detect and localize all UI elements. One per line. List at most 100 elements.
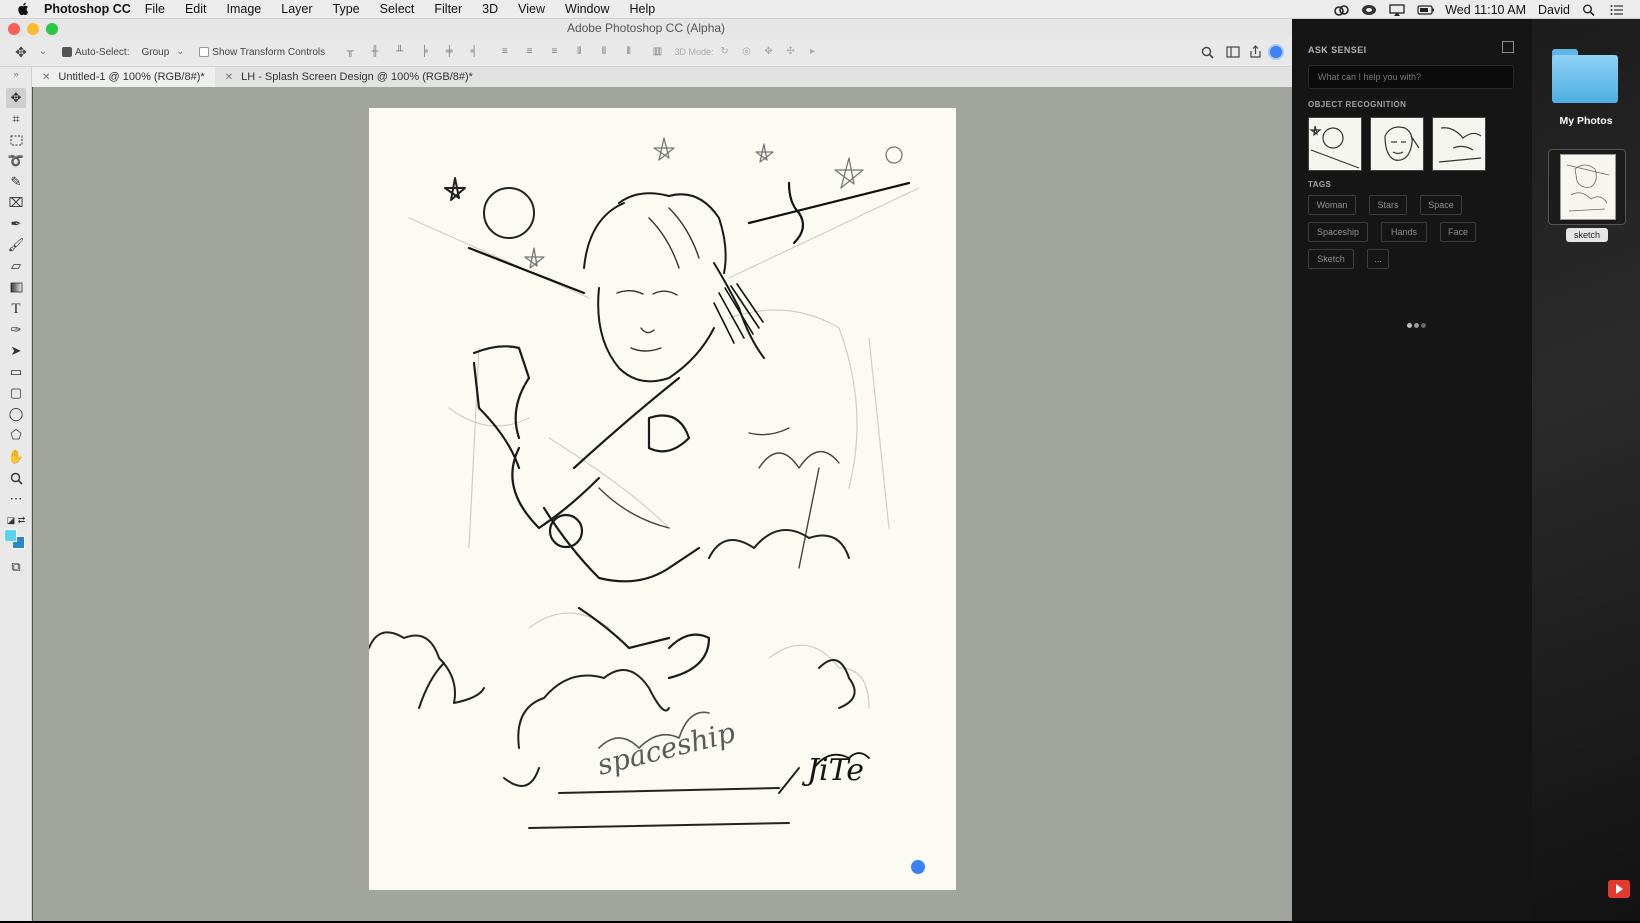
zoom-tool-icon[interactable] [6,468,26,488]
move-tool-icon[interactable]: ✥ [6,88,26,108]
recognition-thumb-stars[interactable] [1308,117,1362,171]
align-right-icon[interactable]: ╡ [467,46,481,58]
auto-select-dropdown[interactable]: Group [141,47,169,58]
default-colors-icon[interactable]: ◪ ⇄ [6,510,26,530]
align-hcenter-icon[interactable]: ╪ [442,46,456,58]
apple-icon[interactable] [14,0,32,19]
battery-icon[interactable] [1417,4,1435,16]
video-play-icon[interactable] [1608,880,1630,898]
tag-spaceship[interactable]: Spaceship [1308,222,1368,242]
sensei-status-dot[interactable] [911,860,925,874]
sketch-file-icon[interactable] [1548,149,1626,225]
quick-select-tool-icon[interactable]: ✎ [6,172,26,192]
move-tool-preset-icon[interactable]: ✥ [14,45,28,59]
folder-icon[interactable] [1552,49,1618,103]
tag-stars[interactable]: Stars [1369,195,1407,215]
recognition-thumb-spaceship[interactable] [1432,117,1486,171]
share-icon[interactable] [1249,45,1262,62]
foreground-color-swatch[interactable] [4,529,17,542]
tag-face[interactable]: Face [1440,222,1476,242]
polygon-tool-icon[interactable]: ⬠ [6,425,26,445]
close-window-button[interactable] [8,23,20,35]
tag-woman[interactable]: Woman [1308,195,1356,215]
sketch-artboard[interactable]: spaceship JiTe [368,108,956,890]
sync-icon[interactable] [1361,4,1377,16]
recognition-thumb-face[interactable] [1370,117,1424,171]
distribute-left-icon[interactable]: ⦀ [572,46,586,58]
pen-tool-icon[interactable]: ✑ [6,320,26,340]
folder-label[interactable]: My Photos [1532,115,1640,127]
app-menu[interactable]: Photoshop CC [44,2,131,16]
collapse-toolbar-icon[interactable]: » [6,69,26,79]
minimize-window-button[interactable] [27,23,39,35]
marquee-tool-icon[interactable] [6,130,26,150]
menu-window[interactable]: Window [561,2,613,16]
auto-select-checkbox[interactable] [62,47,72,57]
3d-rotate-icon[interactable]: ↻ [718,46,732,58]
menu-help[interactable]: Help [626,2,660,16]
distribute-top-icon[interactable]: ≡ [498,46,512,58]
eraser-tool-icon[interactable]: ▱ [6,256,26,276]
eyedropper-tool-icon[interactable]: ✒ [6,214,26,234]
notification-center-icon[interactable] [1610,4,1626,16]
distribute-right-icon[interactable]: ⦀ [622,46,636,58]
dropdown-chevron-icon[interactable]: ⌄ [173,46,187,58]
tab-splash-screen[interactable]: ✕ LH - Splash Screen Design @ 100% (RGB/… [215,67,483,87]
align-top-icon[interactable]: ╥ [343,46,357,58]
workspace-icon[interactable] [1226,46,1240,61]
tab-untitled-1[interactable]: ✕ Untitled-1 @ 100% (RGB/8#)* [32,67,215,87]
canvas-area[interactable]: spaceship JiTe [33,87,1292,921]
align-bottom-icon[interactable]: ╨ [393,46,407,58]
distribute-vcenter-icon[interactable]: ≡ [523,46,537,58]
chevron-down-icon[interactable]: ⌄ [36,46,50,58]
menubar-clock[interactable]: Wed 11:10 AM [1445,3,1526,17]
menu-edit[interactable]: Edit [181,2,211,16]
distribute-hcenter-icon[interactable]: ⦀ [597,46,611,58]
menu-image[interactable]: Image [223,2,266,16]
brush-tool-icon[interactable]: 🖌 [6,235,26,255]
lasso-tool-icon[interactable]: ➰ [6,151,26,171]
ask-sensei-input[interactable] [1308,65,1514,89]
menu-3d[interactable]: 3D [478,2,502,16]
align-left-icon[interactable]: ╞ [417,46,431,58]
airplay-icon[interactable] [1389,3,1405,16]
close-tab-icon[interactable]: ✕ [225,72,233,83]
type-tool-icon[interactable]: T [6,299,26,319]
tag-hands[interactable]: Hands [1381,222,1427,242]
menu-view[interactable]: View [514,2,549,16]
menu-type[interactable]: Type [329,2,364,16]
transform-controls-checkbox[interactable] [199,47,210,57]
3d-scale-icon[interactable]: ▸ [806,46,820,58]
ellipse-tool-icon[interactable]: ◯ [6,404,26,424]
rectangle-tool-icon[interactable]: ▭ [6,362,26,382]
more-tools-icon[interactable]: ⋯ [6,489,26,509]
crop-tool-icon[interactable]: ⌧ [6,193,26,213]
auto-align-icon[interactable]: ▥ [650,46,664,58]
close-tab-icon[interactable]: ✕ [42,72,50,83]
expand-panel-icon[interactable] [1502,41,1514,53]
path-select-tool-icon[interactable]: ➤ [6,341,26,361]
artboard-tool-icon[interactable]: ⌗ [6,109,26,129]
creative-cloud-icon[interactable] [1333,4,1349,16]
tag-sketch[interactable]: Sketch [1308,249,1354,269]
menu-layer[interactable]: Layer [277,2,316,16]
search-icon[interactable] [1201,46,1214,62]
rounded-rect-tool-icon[interactable]: ▢ [6,383,26,403]
zoom-window-button[interactable] [46,23,58,35]
tag-space[interactable]: Space [1420,195,1462,215]
sensei-toggle-button[interactable] [1268,44,1284,60]
3d-roll-icon[interactable]: ◎ [740,46,754,58]
3d-drag-icon[interactable]: ✥ [762,46,776,58]
menu-file[interactable]: File [141,2,169,16]
tag-more[interactable]: ... [1367,249,1389,269]
sketch-file-label[interactable]: sketch [1566,228,1608,242]
align-vcenter-icon[interactable]: ╫ [368,46,382,58]
spotlight-search-icon[interactable] [1582,4,1598,16]
menubar-user[interactable]: David [1538,3,1570,17]
gradient-tool-icon[interactable] [6,277,26,297]
hand-tool-icon[interactable]: ✋ [6,447,26,467]
menu-filter[interactable]: Filter [430,2,466,16]
screen-mode-icon[interactable]: ⧉ [6,557,26,577]
menu-select[interactable]: Select [376,2,419,16]
3d-slide-icon[interactable]: ✣ [784,46,798,58]
